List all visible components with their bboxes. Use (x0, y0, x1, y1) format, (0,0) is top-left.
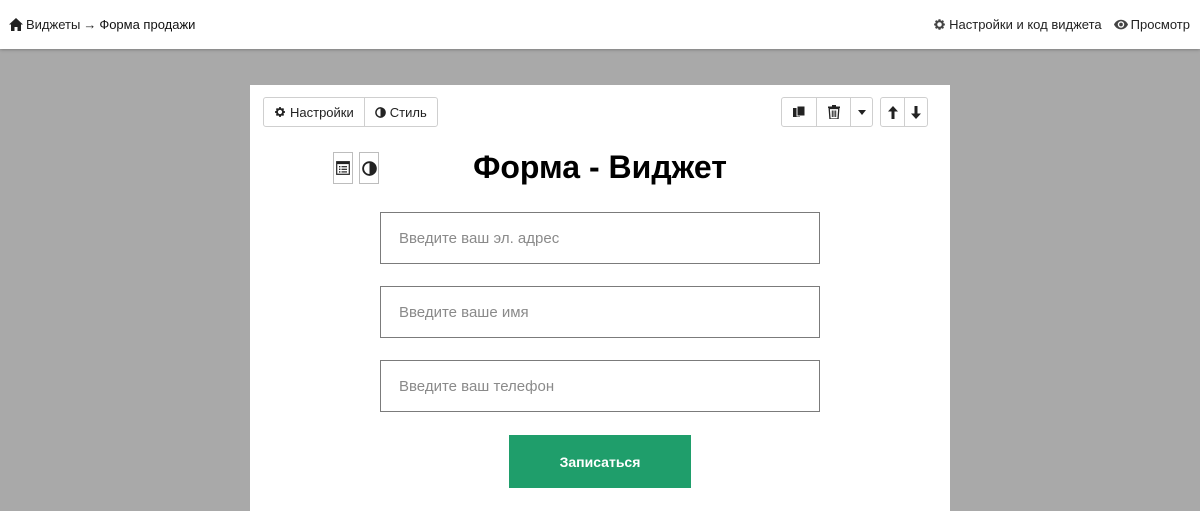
caret-down-icon (857, 109, 866, 115)
move-group (880, 97, 928, 127)
eye-icon (1113, 19, 1128, 30)
widget-title: Форма - Виджет (473, 149, 727, 185)
copy-button[interactable] (782, 98, 816, 126)
home-icon[interactable] (9, 18, 23, 32)
arrow-up-icon (887, 105, 898, 119)
widget-card: Настройки Стиль Форма - Виджет Введите в… (250, 85, 950, 511)
arrow-down-icon (911, 105, 921, 119)
breadcrumb-current: Форма продажи (99, 17, 196, 32)
settings-button-label: Настройки (290, 104, 354, 120)
settings-button[interactable]: Настройки (264, 98, 364, 126)
move-up-button[interactable] (881, 98, 904, 126)
settings-style-group: Настройки Стиль (263, 97, 438, 127)
trash-icon (827, 105, 840, 119)
settings-code-label: Настройки и код виджета (949, 17, 1102, 32)
breadcrumb-separator: → (83, 17, 97, 32)
breadcrumb-widgets-link[interactable]: Виджеты (26, 17, 80, 32)
preview-label: Просмотр (1130, 17, 1190, 32)
more-actions-dropdown[interactable] (850, 98, 872, 126)
settings-code-link[interactable]: Настройки и код виджета (933, 17, 1102, 32)
contrast-icon (374, 106, 386, 118)
header-links: Настройки и код виджета Просмотр (921, 17, 1190, 32)
copy-icon (793, 105, 805, 117)
gear-icon (934, 19, 945, 30)
subscribe-button[interactable]: Записаться (509, 435, 691, 488)
style-button-label: Стиль (389, 104, 427, 120)
block-actions-group (781, 97, 873, 127)
phone-field[interactable] (380, 360, 820, 412)
delete-button[interactable] (816, 98, 850, 126)
name-field[interactable] (380, 286, 820, 338)
preview-link[interactable]: Просмотр (1113, 17, 1190, 32)
top-bar: Виджеты → Форма продажи Настройки и код … (0, 0, 1200, 49)
move-down-button[interactable] (904, 98, 927, 126)
style-button[interactable]: Стиль (363, 98, 437, 126)
email-field[interactable] (380, 212, 820, 264)
breadcrumb: Виджеты → Форма продажи (9, 17, 195, 32)
gear-icon (275, 107, 285, 117)
